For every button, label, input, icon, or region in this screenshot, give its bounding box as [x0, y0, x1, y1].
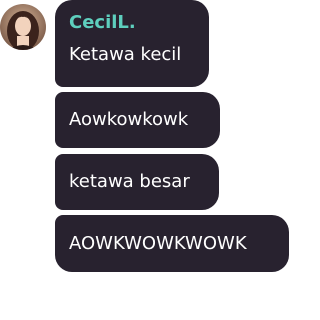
message-text: Ketawa kecil — [69, 44, 182, 65]
message-text: AOWKWOWKWOWK — [69, 233, 247, 254]
message-bubble-2[interactable]: Aowkowkowk — [55, 92, 220, 148]
message-bubble-3[interactable]: ketawa besar — [55, 154, 219, 210]
message-bubble-1[interactable]: CecilL. Ketawa kecil — [55, 0, 209, 87]
message-bubble-4[interactable]: AOWKWOWKWOWK — [55, 215, 289, 272]
message-text: Aowkowkowk — [69, 109, 189, 130]
sender-avatar[interactable] — [0, 4, 46, 50]
message-text: ketawa besar — [69, 171, 190, 192]
sender-name[interactable]: CecilL. — [69, 12, 136, 33]
